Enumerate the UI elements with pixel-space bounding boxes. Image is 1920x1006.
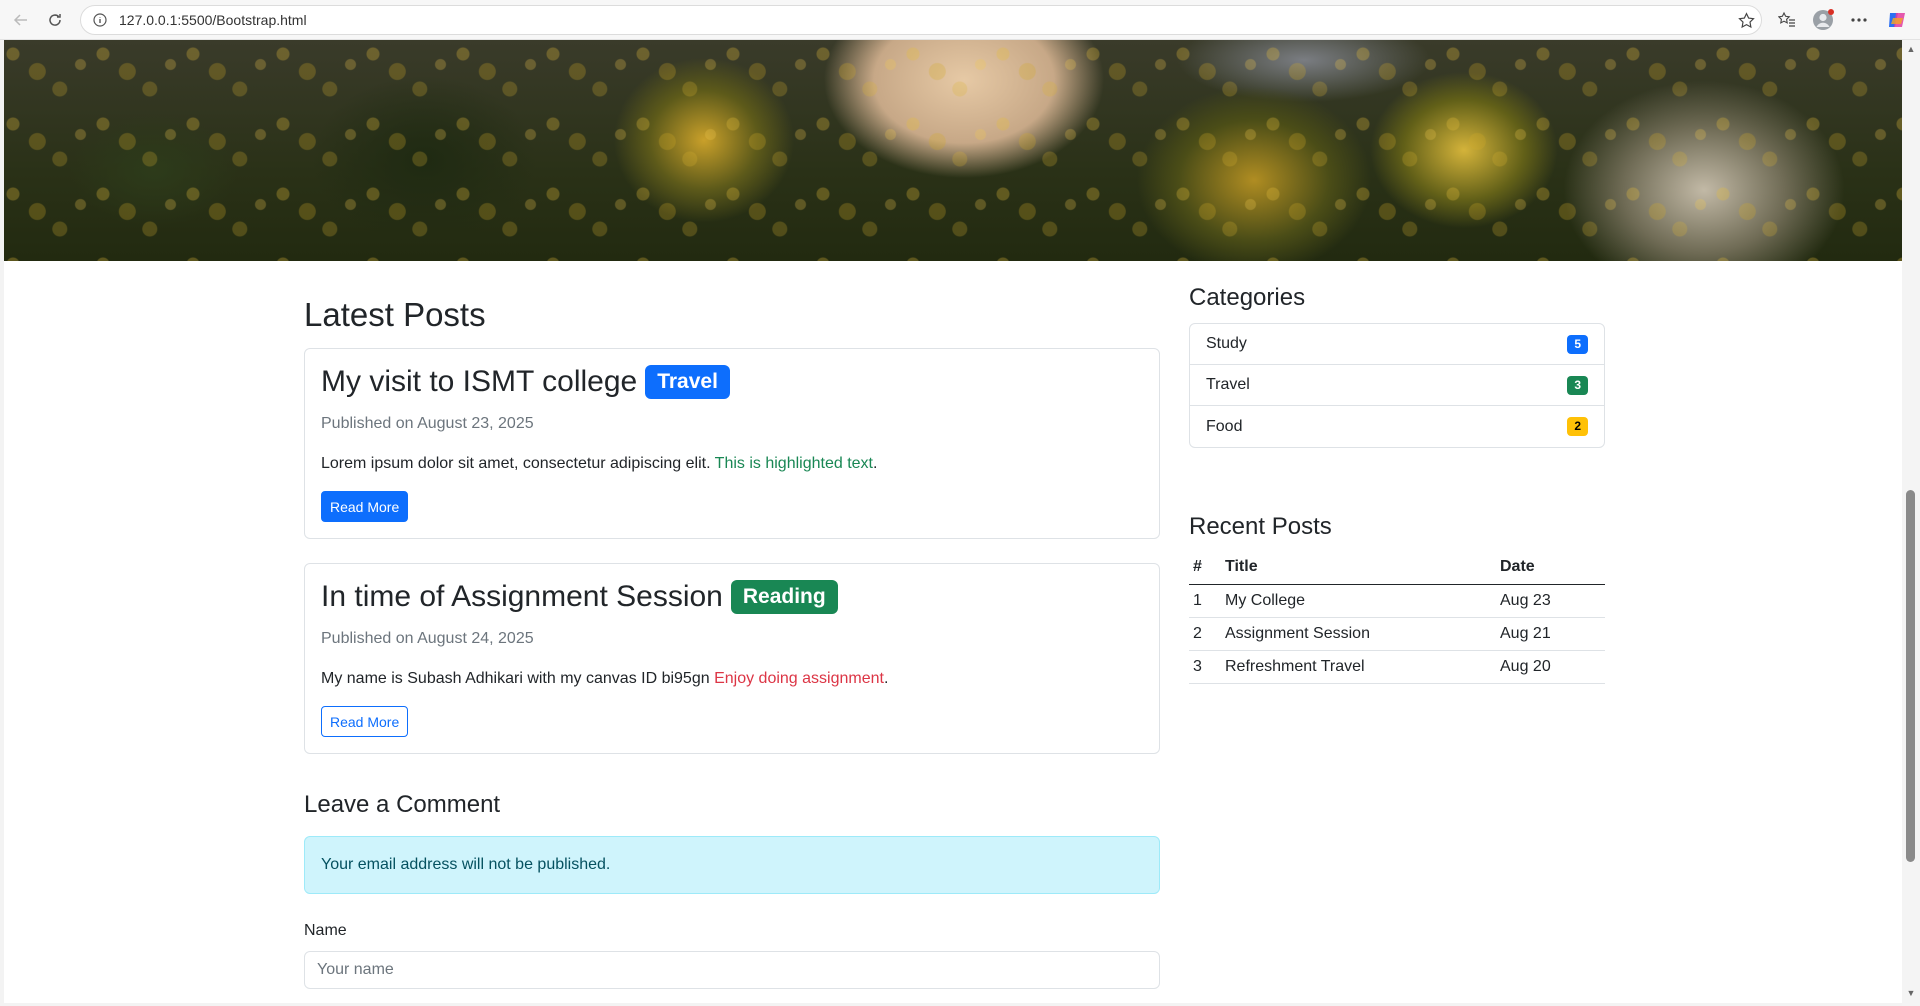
category-label: Travel xyxy=(1206,376,1250,393)
column-header: Date xyxy=(1496,551,1605,585)
table-row: 1 My College Aug 23 xyxy=(1189,584,1605,618)
reload-icon xyxy=(49,13,61,26)
read-more-button[interactable]: Read More xyxy=(321,706,409,737)
post-date: Published on August 23, 2025 xyxy=(321,415,534,432)
table-cell: Assignment Session xyxy=(1221,617,1496,651)
post-category-badge: Reading xyxy=(730,580,838,614)
highlighted-text: Enjoy doing assignment xyxy=(714,670,884,687)
category-count-badge: 3 xyxy=(1567,375,1588,395)
latest-posts-heading: Latest Posts xyxy=(304,296,486,333)
column-header: # xyxy=(1189,551,1221,585)
post-category-badge: Travel xyxy=(645,365,730,399)
arrow-left-icon xyxy=(13,13,27,26)
table-cell: Refreshment Travel xyxy=(1221,650,1496,684)
table-cell: Aug 20 xyxy=(1496,650,1605,684)
read-more-button[interactable]: Read More xyxy=(321,491,409,522)
table-header-row: # Title Date xyxy=(1189,551,1605,585)
favorites-icon[interactable] xyxy=(1772,5,1802,35)
categories-list: Study 5 Travel 3 Food 2 xyxy=(1189,323,1605,448)
table-cell: Aug 23 xyxy=(1496,584,1605,618)
back-button[interactable] xyxy=(4,3,38,37)
table-cell: Aug 21 xyxy=(1496,617,1605,651)
vertical-scrollbar[interactable]: ▲ ▼ xyxy=(1902,40,1920,1006)
highlighted-text: This is highlighted text xyxy=(714,455,873,472)
categories-heading: Categories xyxy=(1189,284,1306,311)
hero-image xyxy=(4,40,1902,261)
category-count-badge: 2 xyxy=(1567,417,1588,436)
table-row: 2 Assignment Session Aug 21 xyxy=(1189,617,1605,651)
copilot-icon[interactable] xyxy=(1882,5,1912,35)
scroll-down-arrow-icon[interactable]: ▼ xyxy=(1906,988,1916,998)
table-cell: My College xyxy=(1221,584,1496,618)
scrollbar-thumb[interactable] xyxy=(1906,490,1915,862)
category-count-badge: 5 xyxy=(1567,334,1588,354)
category-item-food[interactable]: Food 2 xyxy=(1190,406,1604,447)
category-item-travel[interactable]: Travel 3 xyxy=(1190,365,1604,406)
table-row: 3 Refreshment Travel Aug 20 xyxy=(1189,650,1605,684)
name-label: Name xyxy=(304,922,347,939)
post-title: My visit to ISMT college Travel xyxy=(321,365,730,399)
page-viewport: Latest Posts My visit to ISMT college Tr… xyxy=(4,40,1902,1003)
reload-button[interactable] xyxy=(38,3,72,37)
category-label: Study xyxy=(1206,335,1247,352)
table-cell: 1 xyxy=(1189,584,1221,618)
table-cell: 2 xyxy=(1189,617,1221,651)
profile-avatar-icon[interactable] xyxy=(1808,5,1838,35)
info-alert: Your email address will not be published… xyxy=(304,836,1160,894)
url-text[interactable]: 127.0.0.1:5500/Bootstrap.html xyxy=(119,12,1731,28)
post-excerpt: My name is Subash Adhikari with my canva… xyxy=(321,670,889,687)
post-title-text: My visit to ISMT college xyxy=(321,365,638,398)
recent-posts-table: # Title Date 1 My College Aug 23 2 Assig… xyxy=(1189,551,1605,684)
site-info-icon[interactable] xyxy=(91,11,109,29)
category-item-study[interactable]: Study 5 xyxy=(1190,324,1604,365)
post-card: In time of Assignment Session Reading Pu… xyxy=(304,563,1160,754)
post-title-text: In time of Assignment Session xyxy=(321,580,723,613)
category-label: Food xyxy=(1206,417,1243,435)
column-header: Title xyxy=(1221,551,1496,585)
name-input[interactable] xyxy=(304,951,1160,989)
recent-posts-heading: Recent Posts xyxy=(1189,513,1332,540)
comment-heading: Leave a Comment xyxy=(304,791,501,818)
favorite-star-icon[interactable] xyxy=(1731,11,1761,29)
scroll-up-arrow-icon[interactable]: ▲ xyxy=(1906,44,1916,54)
post-excerpt: Lorem ipsum dolor sit amet, consectetur … xyxy=(321,455,878,472)
post-title: In time of Assignment Session Reading xyxy=(321,580,838,614)
post-card: My visit to ISMT college Travel Publishe… xyxy=(304,348,1160,539)
address-bar[interactable]: 127.0.0.1:5500/Bootstrap.html xyxy=(80,5,1762,35)
table-cell: 3 xyxy=(1189,650,1221,684)
more-menu-icon[interactable] xyxy=(1844,5,1874,35)
post-date: Published on August 24, 2025 xyxy=(321,630,534,647)
